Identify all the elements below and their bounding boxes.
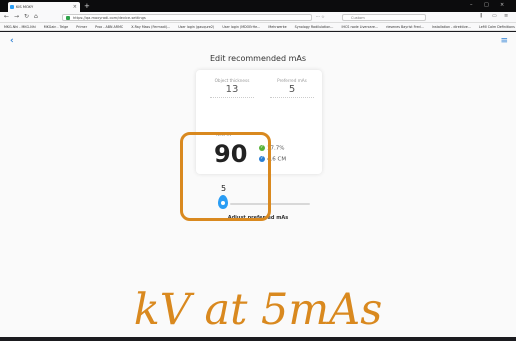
highlight-box bbox=[180, 132, 271, 221]
annotation-caption: kV at 5mAs bbox=[133, 285, 383, 335]
home-icon[interactable]: ⌂ bbox=[34, 13, 38, 20]
object-thickness-label: Object thickness bbox=[214, 78, 250, 83]
bookmarks-bar: MKG-Nhi - MKG-Nhi MKGain - Telge Primer … bbox=[0, 23, 516, 31]
page-title: Edit recommended mAs bbox=[210, 54, 306, 63]
maximize-button[interactable]: □ bbox=[484, 2, 489, 8]
bookmark-item[interactable]: User login (gauqure2) bbox=[178, 25, 214, 29]
bookmark-item[interactable]: Primer bbox=[76, 25, 87, 29]
bookmark-item[interactable]: MKGain - Telge bbox=[44, 25, 68, 29]
address-bar[interactable]: https://qa.moxyradi.com/device-settings bbox=[62, 14, 312, 21]
bookmark-item[interactable]: X-Ray Mass (Fermadi)... bbox=[131, 25, 170, 29]
screenshot-frame: KIS MOXY × + – □ × ← → ↻ ⌂ https://qa.mo… bbox=[0, 0, 516, 341]
reload-icon[interactable]: ↻ bbox=[24, 13, 29, 20]
search-field[interactable]: Custom bbox=[342, 14, 426, 21]
bookmark-item[interactable]: User login (MDOErHe... bbox=[222, 25, 260, 29]
minimize-button[interactable]: – bbox=[470, 2, 473, 8]
bookmark-item[interactable]: Prox - ABN ARMC bbox=[95, 25, 123, 29]
close-window-button[interactable]: × bbox=[500, 2, 504, 8]
forward-arrow-icon[interactable]: → bbox=[14, 13, 19, 20]
app-page: ‹ ≡ Edit recommended mAs Object thicknes… bbox=[0, 32, 516, 341]
back-chevron-icon[interactable]: ‹ bbox=[10, 36, 14, 46]
page-actions-icon[interactable]: ··· ☆ bbox=[316, 14, 325, 19]
sidebar-icon[interactable]: ▭ bbox=[492, 13, 497, 19]
browser-menu-icon[interactable]: ≡ bbox=[504, 13, 508, 19]
bookmark-item[interactable]: Installation - direktive... bbox=[432, 25, 471, 29]
preferred-mas-label: Preferred mAs bbox=[277, 78, 307, 83]
divider bbox=[270, 97, 314, 98]
new-tab-button[interactable]: + bbox=[84, 2, 90, 10]
browser-tab[interactable]: KIS MOXY × bbox=[8, 2, 80, 12]
bookmark-item[interactable]: LeMI Calm Definitions bbox=[479, 25, 515, 29]
library-icon[interactable]: ⫼ bbox=[480, 13, 482, 19]
divider bbox=[210, 97, 254, 98]
bookmark-item[interactable]: Synology Radilulation... bbox=[295, 25, 334, 29]
bookmark-item[interactable]: MKG-Nhi - MKG-Nhi bbox=[4, 25, 36, 29]
favicon-icon bbox=[10, 5, 14, 9]
bookmark-item[interactable]: riesenes Bayrist Fred... bbox=[386, 25, 424, 29]
tab-strip: KIS MOXY × + – □ × bbox=[0, 0, 516, 12]
hamburger-menu-icon[interactable]: ≡ bbox=[500, 36, 508, 46]
bookmark-item[interactable]: Mehrwerke bbox=[268, 25, 286, 29]
lock-icon bbox=[66, 16, 70, 20]
back-arrow-icon[interactable]: ← bbox=[4, 13, 9, 20]
preferred-mas-value[interactable]: 5 bbox=[270, 84, 314, 95]
close-tab-icon[interactable]: × bbox=[73, 2, 77, 12]
browser-navbar: ← → ↻ ⌂ https://qa.moxyradi.com/device-s… bbox=[0, 12, 516, 23]
bookmark-item[interactable]: IHCS node Livercare... bbox=[342, 25, 378, 29]
search-placeholder: Custom bbox=[351, 16, 365, 20]
tab-title: KIS MOXY bbox=[16, 5, 34, 9]
url-text: https://qa.moxyradi.com/device-settings bbox=[73, 16, 146, 20]
object-thickness-value[interactable]: 13 bbox=[210, 84, 254, 95]
